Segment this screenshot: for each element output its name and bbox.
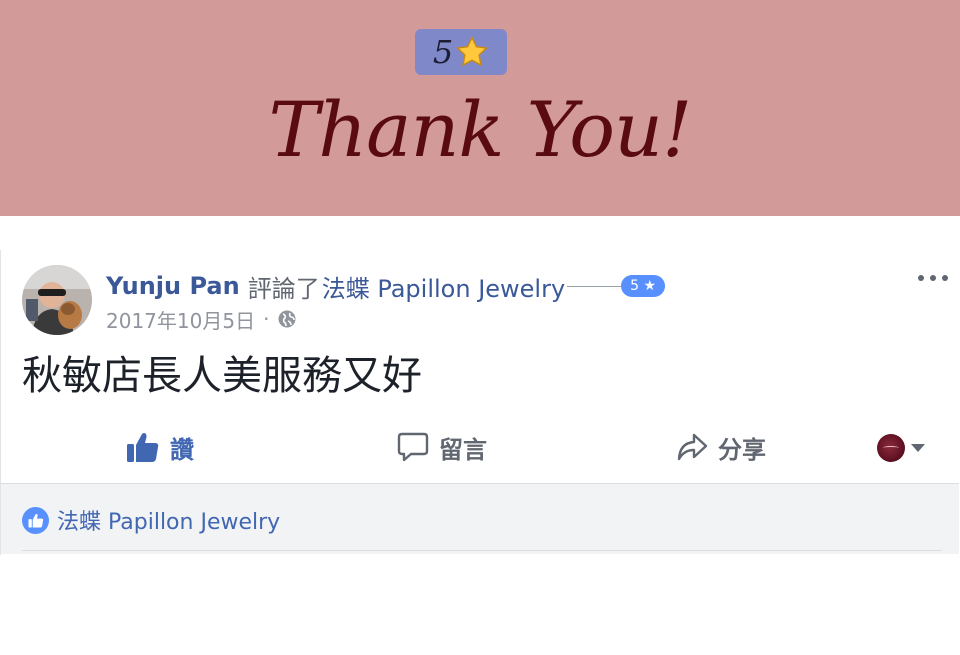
avatar-photo	[22, 265, 92, 335]
thank-you-title: Thank You!	[268, 85, 693, 174]
post-header: Yunju Pan 評論了 法蝶 Papillon Jewelry 5 ★	[106, 268, 666, 304]
like-reaction-icon	[22, 506, 49, 534]
page-link[interactable]: 法蝶 Papillon Jewelry	[322, 269, 565, 304]
post-as-selector[interactable]	[877, 434, 925, 462]
like-label: 讚	[170, 435, 194, 464]
divider	[22, 550, 942, 551]
review-text: 秋敏店長人美服務又好	[22, 353, 422, 399]
post-date[interactable]: 2017年10月5日	[106, 305, 255, 334]
like-button[interactable]: 讚	[126, 427, 194, 467]
thumbs-up-icon	[127, 433, 159, 462]
liked-by-row: 法蝶 Papillon Jewelry	[22, 504, 280, 536]
rating-chip: 5 ★	[621, 275, 666, 297]
author-name[interactable]: Yunju Pan	[106, 272, 240, 300]
share-icon	[677, 433, 708, 461]
comment-icon	[397, 432, 429, 462]
avatar[interactable]	[22, 265, 92, 335]
meta-separator: ·	[263, 307, 270, 331]
post-meta: 2017年10月5日 ·	[106, 305, 297, 334]
more-options-icon[interactable]	[918, 268, 948, 288]
chevron-down-icon	[911, 444, 925, 452]
liked-by-name[interactable]: 法蝶 Papillon Jewelry	[57, 504, 280, 536]
rating-badge: 5	[415, 29, 507, 75]
comment-button[interactable]: 留言	[397, 427, 487, 467]
share-label: 分享	[718, 435, 766, 464]
comment-label: 留言	[439, 435, 487, 464]
star-icon	[456, 35, 489, 67]
review-verb: 評論了	[247, 274, 320, 303]
page-avatar	[877, 434, 905, 462]
share-button[interactable]: 分享	[676, 427, 766, 467]
globe-icon[interactable]	[277, 309, 297, 329]
rating-number: 5	[432, 33, 454, 71]
connector-line	[567, 285, 624, 287]
